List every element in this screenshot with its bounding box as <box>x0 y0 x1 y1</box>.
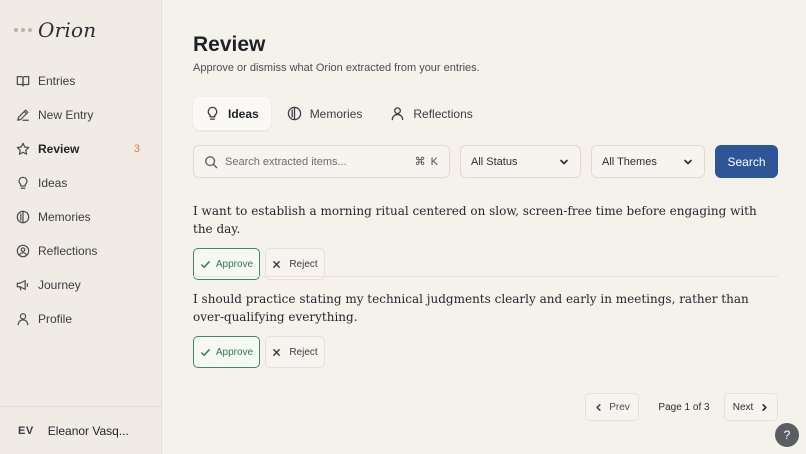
page-indicator: Page 1 of 3 <box>658 401 710 413</box>
close-icon <box>273 260 281 268</box>
pagination: Prev Page 1 of 3 Next <box>193 393 778 421</box>
person-icon <box>16 312 30 326</box>
star-icon <box>16 142 30 156</box>
approve-button[interactable]: Approve <box>193 336 260 368</box>
page-subtitle: Approve or dismiss what Orion extracted … <box>193 62 480 74</box>
reject-button[interactable]: Reject <box>265 336 325 368</box>
sidebar-item-entries[interactable]: Entries <box>0 64 161 98</box>
page-title: Review <box>193 33 266 56</box>
sidebar-item-label: Ideas <box>38 176 68 190</box>
brand-dots-icon <box>14 28 32 32</box>
status-select[interactable]: All Status <box>460 145 581 178</box>
reject-label: Reject <box>289 258 318 270</box>
tab-label: Memories <box>309 106 363 121</box>
check-icon <box>200 348 210 356</box>
sidebar-item-journey[interactable]: Journey <box>0 268 161 302</box>
lightbulb-icon <box>16 176 30 190</box>
reject-label: Reject <box>289 346 318 358</box>
brand-logo[interactable]: Orion <box>14 18 96 42</box>
close-icon <box>273 348 281 356</box>
search-button[interactable]: Search <box>715 145 778 178</box>
tab-memories[interactable]: Memories <box>275 97 375 130</box>
reflections-icon <box>16 244 30 258</box>
next-label: Next <box>732 401 754 413</box>
item-divider <box>193 276 778 277</box>
sidebar-item-review[interactable]: Review 3 <box>0 132 161 166</box>
user-name: Eleanor Vasq... <box>47 423 129 438</box>
sidebar: Orion Entries New Entry Review 3 Ideas M… <box>0 0 162 454</box>
memories-icon <box>16 210 30 224</box>
sidebar-item-new-entry[interactable]: New Entry <box>0 98 161 132</box>
user-profile[interactable]: EV Eleanor Vasq... <box>0 406 161 454</box>
main-content: Review Approve or dismiss what Orion ext… <box>193 0 783 454</box>
tab-reflections[interactable]: Reflections <box>378 97 484 130</box>
pencil-icon <box>16 108 30 122</box>
journey-icon <box>16 278 30 292</box>
sidebar-item-label: Entries <box>38 74 76 88</box>
list-item: I should practice stating my technical j… <box>193 290 778 368</box>
sidebar-nav: Entries New Entry Review 3 Ideas Memorie… <box>0 64 161 336</box>
extracted-item-text: I want to establish a morning ritual cen… <box>193 204 757 236</box>
search-icon <box>205 155 218 168</box>
approve-label: Approve <box>215 346 254 358</box>
lightbulb-icon <box>207 106 218 120</box>
status-select-value: All Status <box>471 155 518 168</box>
search-placeholder: Search extracted items... <box>225 155 347 168</box>
review-count-badge: 3 <box>133 143 140 155</box>
chevron-down-icon <box>684 159 692 164</box>
search-shortcut: ⌘ K <box>414 156 439 168</box>
review-tabs: Ideas Memories Reflections <box>193 97 489 130</box>
sidebar-item-label: Journey <box>38 278 81 292</box>
themes-select[interactable]: All Themes <box>591 145 705 178</box>
book-icon <box>16 74 30 88</box>
avatar: EV <box>18 424 34 437</box>
search-input[interactable]: Search extracted items... ⌘ K <box>193 145 450 178</box>
extracted-item-text: I should practice stating my technical j… <box>193 292 749 324</box>
tab-label: Ideas <box>228 106 259 121</box>
check-icon <box>200 260 210 268</box>
tab-label: Reflections <box>413 106 473 121</box>
sidebar-item-ideas[interactable]: Ideas <box>0 166 161 200</box>
brand-name: Orion <box>38 18 97 42</box>
prev-label: Prev <box>609 401 630 413</box>
memories-icon <box>287 106 301 121</box>
next-page-button[interactable]: Next <box>724 393 778 421</box>
approve-label: Approve <box>215 258 254 270</box>
chevron-down-icon <box>560 159 568 164</box>
list-item: I want to establish a morning ritual cen… <box>193 202 778 280</box>
person-icon <box>392 107 404 121</box>
sidebar-item-memories[interactable]: Memories <box>0 200 161 234</box>
sidebar-item-profile[interactable]: Profile <box>0 302 161 336</box>
filter-bar: Search extracted items... ⌘ K All Status… <box>193 145 778 178</box>
prev-page-button[interactable]: Prev <box>585 393 639 421</box>
sidebar-item-label: Profile <box>38 312 73 326</box>
help-button[interactable]: ? <box>775 423 799 447</box>
chevron-right-icon <box>762 403 767 411</box>
sidebar-item-label: Review <box>38 142 80 156</box>
sidebar-item-label: Reflections <box>38 244 98 258</box>
chevron-left-icon <box>596 403 601 411</box>
themes-select-value: All Themes <box>602 155 657 168</box>
tab-ideas[interactable]: Ideas <box>193 97 271 130</box>
sidebar-item-label: Memories <box>38 210 91 224</box>
sidebar-item-reflections[interactable]: Reflections <box>0 234 161 268</box>
sidebar-item-label: New Entry <box>38 108 94 122</box>
